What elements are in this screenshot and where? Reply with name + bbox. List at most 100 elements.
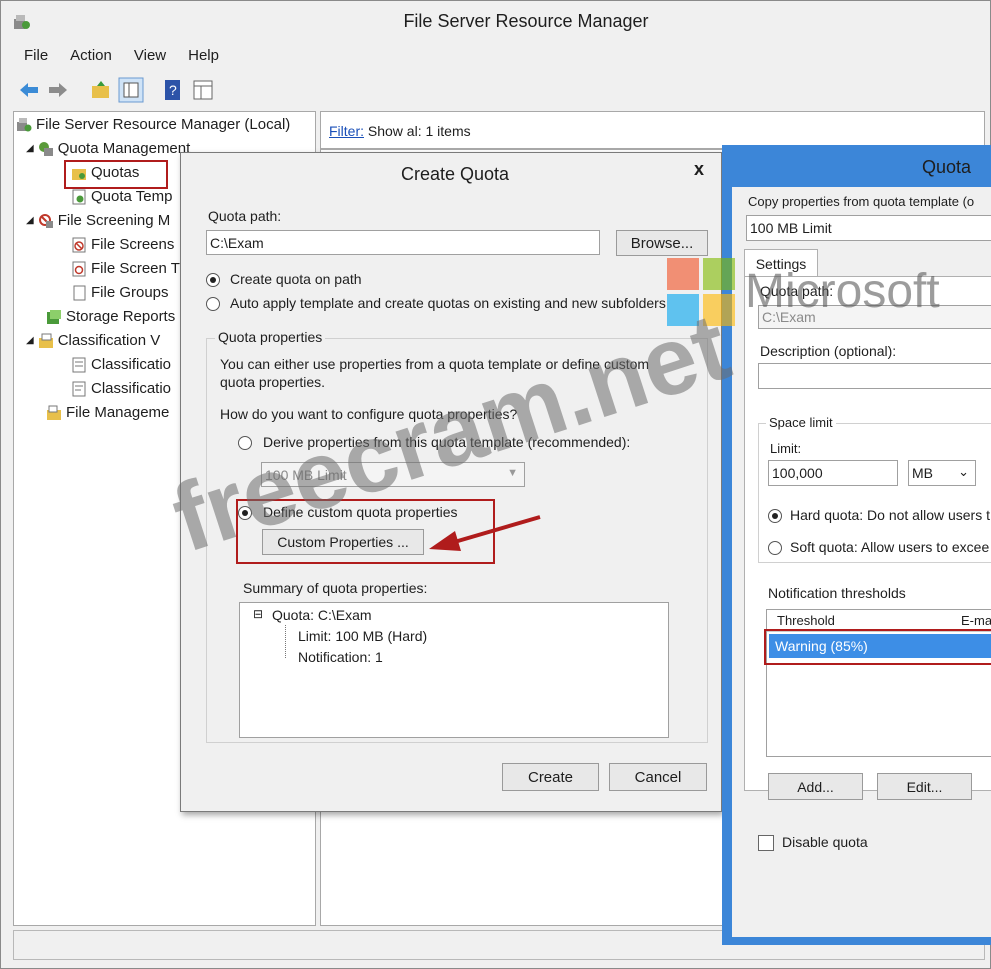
quota-properties-body: Copy properties from quota template (o 1… [732, 187, 991, 937]
summary-label: Summary of quota properties: [243, 580, 428, 596]
template-select[interactable]: 100 MB Limit ▼ [261, 462, 525, 487]
create-quota-dialog: Create Quota x Quota path: C:\Exam Brows… [180, 152, 722, 812]
disable-quota-checkbox[interactable] [758, 835, 774, 851]
collapse-triangle-icon[interactable]: ◢ [26, 215, 34, 226]
tree-file-management[interactable]: File Manageme [46, 404, 169, 421]
tree-classification-label: Classification V [57, 332, 161, 349]
cancel-button[interactable]: Cancel [609, 763, 707, 791]
chevron-down-icon: ⌄ [958, 464, 969, 479]
space-limit-label: Space limit [766, 415, 836, 430]
tree-root-label: File Server Resource Manager (Local) [36, 116, 291, 133]
menu-view[interactable]: View [134, 47, 166, 69]
up-folder-icon[interactable] [90, 79, 112, 104]
menu-action[interactable]: Action [70, 47, 112, 69]
help-icon[interactable]: ? [162, 79, 184, 104]
chevron-down-icon: ▼ [507, 467, 518, 479]
tree-file-screening-label: File Screening M [57, 212, 171, 229]
tree-file-screens[interactable]: File Screens [71, 236, 174, 253]
file-screen-template-icon [71, 261, 87, 277]
quota-properties-dialog: Quota Copy properties from quota templat… [722, 145, 991, 945]
edit-threshold-button[interactable]: Edit... [877, 773, 972, 800]
tree-classification-2[interactable]: Classificatio [71, 380, 171, 397]
tree-file-groups[interactable]: File Groups [71, 284, 169, 301]
file-management-icon [46, 405, 62, 421]
svg-text:?: ? [169, 82, 177, 98]
tree-file-screening[interactable]: ◢ File Screening M [26, 212, 170, 229]
tree-quota-management-label: Quota Management [57, 140, 191, 157]
quota-template-icon [71, 189, 87, 205]
app-icon [13, 13, 31, 31]
back-arrow-icon[interactable] [18, 79, 40, 104]
column-email[interactable]: E-ma [961, 613, 991, 628]
summary-expander-icon[interactable]: ⊟ [253, 607, 263, 621]
classification-rule-icon [71, 381, 87, 397]
tree-root[interactable]: File Server Resource Manager (Local) [16, 116, 290, 133]
summary-limit: Limit: 100 MB (Hard) [298, 628, 428, 644]
show-hide-tree-icon[interactable] [118, 77, 144, 106]
tab-settings[interactable]: Settings [744, 249, 818, 277]
create-quota-radio-label: Create quota on path [230, 271, 362, 287]
summary-tree-lines [285, 625, 297, 658]
filter-bar: Filter: Show al: 1 items [329, 123, 471, 139]
quota-path-label: Quota path: [208, 208, 282, 224]
menu-help[interactable]: Help [188, 47, 219, 69]
tree-storage-reports[interactable]: Storage Reports [46, 308, 175, 325]
quota-properties-title: Quota [922, 157, 972, 177]
summary-root: Quota: C:\Exam [272, 607, 372, 623]
create-quota-title: Create Quota [400, 164, 510, 184]
unit-select-value: MB [912, 465, 933, 481]
close-button[interactable]: x [679, 155, 719, 183]
forward-arrow-icon[interactable] [47, 79, 69, 104]
create-button[interactable]: Create [502, 763, 599, 791]
classification-icon [38, 333, 54, 349]
collapse-triangle-icon[interactable]: ◢ [26, 335, 34, 346]
filter-status: Show al: 1 items [367, 123, 471, 139]
quota-management-icon [38, 141, 54, 157]
close-icon: x [693, 158, 704, 179]
notification-thresholds-label: Notification thresholds [768, 585, 906, 601]
tree-quota-templates-label: Quota Temp [91, 188, 173, 205]
file-screening-icon [38, 213, 54, 229]
storage-reports-icon [46, 309, 62, 325]
tree-file-screens-label: File Screens [91, 236, 175, 253]
main-window-title: File Server Resource Manager [403, 11, 649, 31]
tree-file-screen-templates[interactable]: File Screen T [71, 260, 180, 277]
tree-quota-templates[interactable]: Quota Temp [71, 188, 172, 205]
tree-classification-1-label: Classificatio [91, 356, 172, 373]
soft-quota-radio[interactable] [768, 541, 782, 555]
add-threshold-button[interactable]: Add... [768, 773, 863, 800]
menu-file[interactable]: File [24, 47, 48, 69]
unit-select[interactable]: MB ⌄ [908, 460, 976, 486]
filter-link[interactable]: Filter: [329, 123, 364, 139]
tree-classification[interactable]: ◢ Classification V [26, 332, 160, 349]
auto-apply-radio-label: Auto apply template and create quotas on… [230, 295, 666, 311]
toolbar: ? [14, 76, 234, 104]
collapse-triangle-icon[interactable]: ◢ [26, 143, 34, 154]
create-quota-radio[interactable] [206, 273, 220, 287]
summary-notification: Notification: 1 [298, 649, 383, 665]
derive-template-radio-label: Derive properties from this quota templa… [263, 434, 631, 450]
copy-template-select[interactable]: 100 MB Limit [746, 215, 991, 241]
tab-settings-label: Settings [755, 255, 807, 272]
template-select-value: 100 MB Limit [265, 466, 347, 483]
props-quota-path-label: Quota path: [760, 283, 834, 299]
tree-file-screen-templates-label: File Screen T [91, 260, 180, 277]
quota-path-input[interactable]: C:\Exam [206, 230, 600, 255]
hard-quota-radio[interactable] [768, 509, 782, 523]
derive-template-radio[interactable] [238, 436, 252, 450]
description-input[interactable] [758, 363, 991, 389]
properties-pane-icon[interactable] [192, 79, 214, 104]
classification-property-icon [71, 357, 87, 373]
quotas-highlight-box [64, 160, 168, 189]
summary-tree: ⊟ Quota: C:\Exam Limit: 100 MB (Hard) No… [239, 602, 669, 738]
props-quota-path-input: C:\Exam [758, 305, 991, 329]
quota-properties-description: You can either use properties from a quo… [220, 356, 650, 390]
soft-quota-label: Soft quota: Allow users to excee [790, 539, 990, 555]
browse-button[interactable]: Browse... [616, 230, 708, 256]
red-arrow-annotation-icon [425, 509, 545, 560]
column-threshold[interactable]: Threshold [777, 613, 835, 628]
auto-apply-radio[interactable] [206, 297, 220, 311]
tree-classification-1[interactable]: Classificatio [71, 356, 171, 373]
limit-input[interactable]: 100,000 [768, 460, 898, 486]
tree-quota-management[interactable]: ◢ Quota Management [26, 140, 190, 157]
